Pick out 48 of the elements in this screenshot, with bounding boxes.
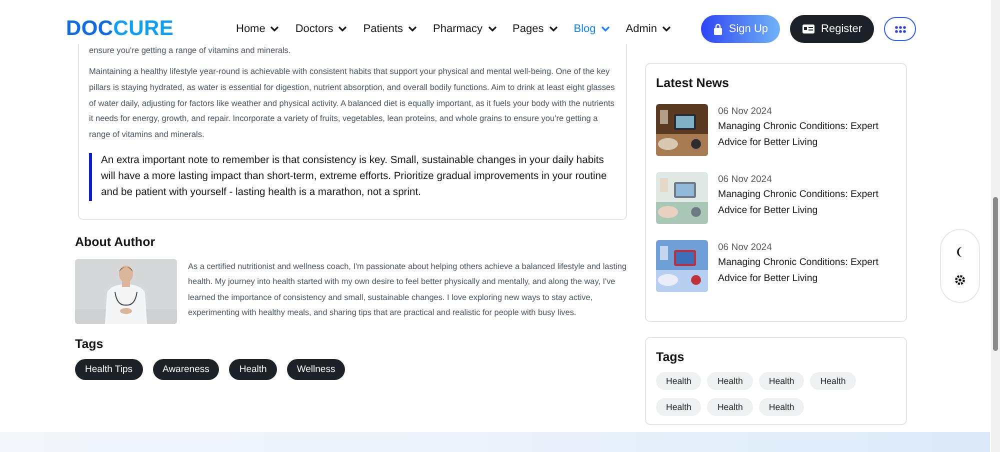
nav-link[interactable]: Doctors (295, 23, 348, 35)
news-date: 06 Nov 2024 (718, 106, 773, 117)
news-date: 06 Nov 2024 (718, 242, 773, 253)
chevron-down-icon (662, 26, 671, 32)
tag[interactable]: Health Tips (75, 358, 143, 380)
nav-link[interactable]: Patients (363, 23, 417, 35)
chevron-down-icon (270, 26, 280, 32)
tag[interactable]: Health (758, 398, 804, 416)
nav-link[interactable]: Blog (574, 23, 610, 35)
nav-link[interactable]: Admin (626, 23, 671, 35)
news-date: 06 Nov 2024 (718, 174, 773, 185)
register-button[interactable]: Register (790, 15, 874, 43)
sign-up-button[interactable]: Sign Up (700, 15, 780, 43)
paragraph: Maintaining a healthy lifestyle year-round is achievable with consistent habits that support your physical and mental well-being. One of the key pillars is staying hydrated, as water is essential for digestion, nutrient absorption, and overall bodily functions. Aim to drink at least eight glasses of water daily, adjusting for factors like weather and physical activity. A balanced diet is equally important, as it fuels your body with the nutrients it needs for energy, growth, and repair. Incorporate a variety of fruits, vegetables, lean proteins, and whole grains to ensure you're getting a range of vitamins and minerals. (89, 65, 616, 142)
settings-button[interactable] (954, 274, 966, 286)
chevron-down-icon (548, 26, 558, 32)
author-bio: As a certified nutritionist and wellness coach, I'm passionate about helping others achieve a balanced lifestyle and lasting health. My journey into health started with my own desire to feel better physically and mentally, and along the way, I've learned the importance of consistency and small, sustainable changes. I love exploring new ways to stay active, experimenting with healthy meals, and sharing tips that are practical and realistic for people with busy lives. (188, 260, 627, 320)
paragraph: ensure you're getting a range of vitamins and minerals. (89, 44, 292, 56)
tag[interactable]: Awareness (152, 358, 220, 380)
apps-menu-button[interactable] (884, 17, 916, 41)
news-title[interactable]: Managing Chronic Conditions: Expert Advice for Better Living (718, 119, 896, 151)
section-heading: Tags (75, 336, 104, 351)
chevron-down-icon (338, 26, 348, 32)
chevron-down-icon (408, 26, 417, 32)
card-title: Tags (656, 350, 686, 364)
news-title[interactable]: Managing Chronic Conditions: Expert Advice for Better Living (718, 255, 896, 287)
tag[interactable]: Health (229, 358, 277, 380)
id-card-icon (802, 24, 816, 34)
nav-link[interactable]: Pages (512, 23, 558, 35)
tag[interactable]: Health (656, 398, 702, 416)
tag[interactable]: Health (707, 398, 753, 416)
card-title: Latest News (656, 76, 730, 90)
chevron-down-icon (488, 26, 497, 32)
blockquote: An extra important note to remember is that consistency is key. Small, sustainable changes in your daily habits will have a more lasting impact than short-term, extreme efforts. Prioritize gradual improvements in your routine and be patient with yourself - lasting health is a marathon, not a sprint. (89, 152, 616, 201)
section-heading: About Author (75, 234, 156, 249)
nav-link[interactable]: Home (236, 23, 280, 35)
settings-icon (954, 274, 966, 286)
news-title[interactable]: Managing Chronic Conditions: Expert Advice for Better Living (718, 187, 896, 219)
logo[interactable]: DOCCURE (66, 17, 236, 41)
nav-link[interactable]: Pharmacy (433, 23, 497, 35)
tag[interactable]: Health (810, 372, 856, 390)
lock-icon (712, 23, 723, 35)
chevron-down-icon (600, 26, 610, 32)
tag[interactable]: Health (758, 372, 804, 390)
tag[interactable]: Health (656, 372, 702, 390)
grid-icon (894, 26, 906, 32)
tag[interactable]: Wellness (286, 358, 346, 380)
tag[interactable]: Health (707, 372, 753, 390)
